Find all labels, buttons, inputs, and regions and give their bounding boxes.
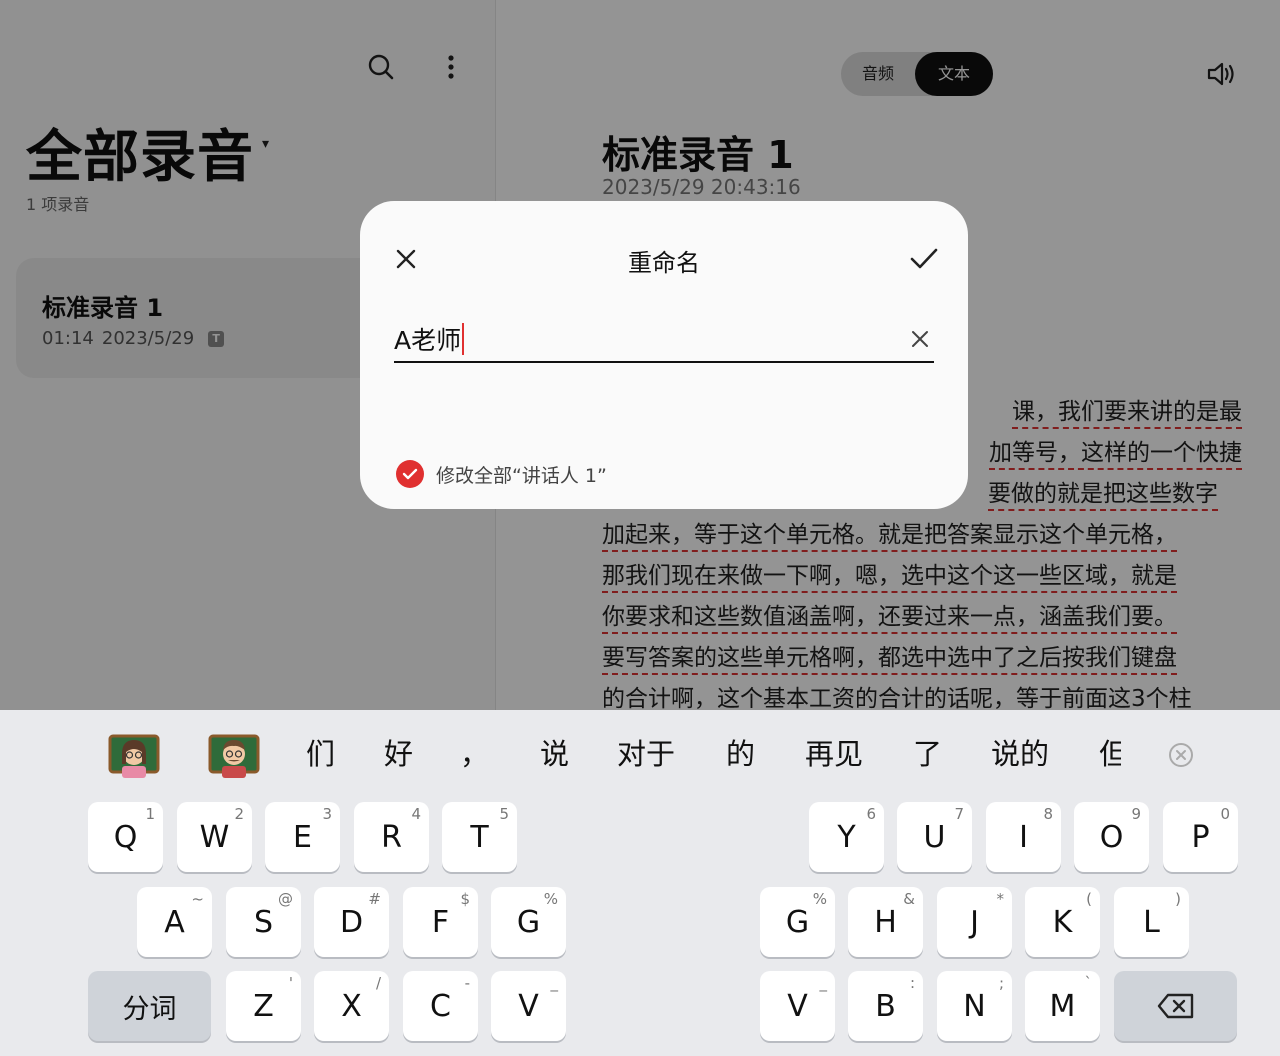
backspace-key[interactable] xyxy=(1114,971,1237,1041)
key-t[interactable]: T5 xyxy=(442,802,517,872)
man-teacher-emoji[interactable] xyxy=(208,734,260,780)
backspace-icon xyxy=(1114,971,1237,1041)
clear-input-icon[interactable] xyxy=(902,321,938,357)
name-input-value: A老师 xyxy=(394,326,462,355)
candidate-word[interactable]: 但 xyxy=(1099,734,1121,774)
key-j[interactable]: J * xyxy=(937,887,1012,957)
key-l[interactable]: L) xyxy=(1114,887,1189,957)
candidate-word[interactable]: 对于 xyxy=(617,734,675,774)
key-h[interactable]: H & xyxy=(848,887,923,957)
apply-all-label: 修改全部“讲话人 1” xyxy=(436,464,607,487)
key-x[interactable]: X / xyxy=(314,971,389,1041)
key-u[interactable]: U7 xyxy=(897,802,972,872)
candidate-word[interactable]: 再见 xyxy=(805,734,863,774)
key-e[interactable]: E3 xyxy=(265,802,340,872)
candidate-word[interactable]: 了 xyxy=(913,734,942,774)
key-w[interactable]: W2 xyxy=(177,802,252,872)
key-o[interactable]: O9 xyxy=(1074,802,1149,872)
key-n[interactable]: N; xyxy=(937,971,1012,1041)
close-circle-icon[interactable] xyxy=(1166,740,1196,770)
candidate-bar: 们 好 ， 说 对于 的 再见 了 说的 但 xyxy=(0,710,1280,800)
key-v-right[interactable]: V _ xyxy=(760,971,835,1041)
key-f[interactable]: F $ xyxy=(403,887,478,957)
key-k[interactable]: K( xyxy=(1025,887,1100,957)
key-b[interactable]: B: xyxy=(848,971,923,1041)
key-m[interactable]: M ` xyxy=(1025,971,1100,1041)
soft-keyboard: 们 好 ， 说 对于 的 再见 了 说的 但 Q1 W2 E3 R4 T5 Y6… xyxy=(0,710,1280,1056)
candidate-word[interactable]: 们 xyxy=(306,734,335,774)
candidate-word[interactable]: 好 xyxy=(384,734,413,774)
key-p[interactable]: P0 xyxy=(1163,802,1238,872)
key-a[interactable]: A ~ xyxy=(137,887,212,957)
key-g-right[interactable]: G% xyxy=(760,887,835,957)
text-caret xyxy=(462,323,465,355)
key-d[interactable]: D # xyxy=(314,887,389,957)
name-input-field[interactable]: A老师 xyxy=(394,317,934,363)
key-q[interactable]: Q1 xyxy=(88,802,163,872)
check-icon[interactable] xyxy=(904,241,944,277)
key-i[interactable]: I8 xyxy=(986,802,1061,872)
candidate-word[interactable]: 说的 xyxy=(991,734,1049,774)
candidate-word[interactable]: 说 xyxy=(540,734,569,774)
key-z[interactable]: Z ' xyxy=(226,971,301,1041)
candidate-word[interactable]: 的 xyxy=(726,734,755,774)
dialog-title: 重命名 xyxy=(628,249,700,277)
key-s[interactable]: S @ xyxy=(226,887,301,957)
key-y[interactable]: Y6 xyxy=(809,802,884,872)
key-g-left[interactable]: G% xyxy=(491,887,566,957)
candidate-word[interactable]: ， xyxy=(460,734,489,774)
rename-dialog: 重命名 A老师 修改全部“讲话人 1” xyxy=(360,201,968,509)
key-r[interactable]: R4 xyxy=(354,802,429,872)
apply-all-option[interactable]: 修改全部“讲话人 1” xyxy=(396,460,607,488)
key-c[interactable]: C- xyxy=(403,971,478,1041)
segment-key[interactable]: 分词 xyxy=(88,971,211,1041)
apply-all-checkbox[interactable] xyxy=(396,460,424,488)
name-input[interactable]: A老师 xyxy=(394,321,465,357)
woman-teacher-emoji[interactable] xyxy=(108,734,160,780)
key-v-left[interactable]: V _ xyxy=(491,971,566,1041)
